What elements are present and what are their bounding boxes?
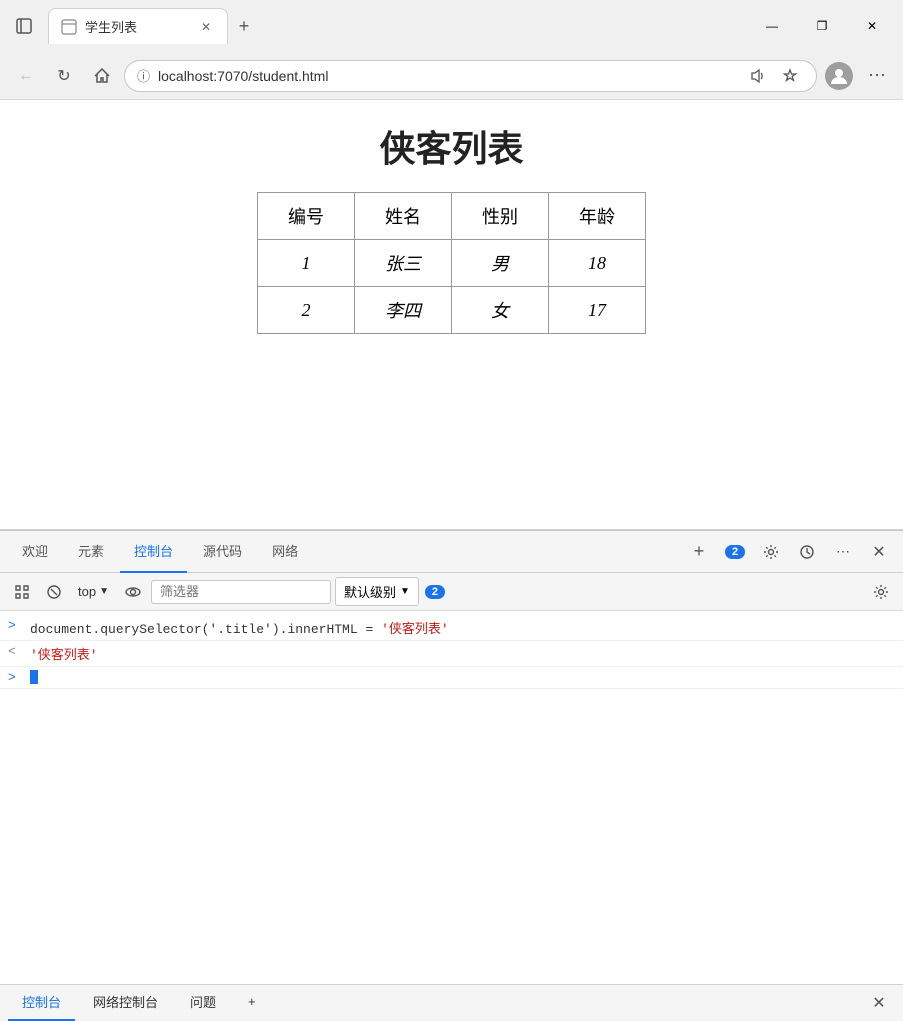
console-settings-btn[interactable] <box>867 578 895 606</box>
cursor <box>30 670 38 684</box>
restore-btn[interactable]: ❐ <box>799 10 845 42</box>
table-row: 1张三男18 <box>258 240 646 287</box>
devtools-toolbar: top ▼ 默认级别 ▼ 2 <box>0 573 903 611</box>
console-line-result: < '侠客列表' <box>0 641 903 667</box>
settings-btn[interactable] <box>755 536 787 568</box>
header-gender: 性别 <box>452 193 549 240</box>
issues-badge-btn[interactable]: 2 <box>719 536 751 568</box>
bottom-actions: ✕ <box>863 987 895 1019</box>
cursor-prompt: > <box>8 670 22 685</box>
console-line-command: > document.querySelector('.title').inner… <box>0 615 903 641</box>
title-bar: 学生列表 ✕ + — ❐ ✕ <box>0 0 903 52</box>
window-controls: — ❐ ✕ <box>749 10 895 42</box>
chevron-down-icon-level: ▼ <box>400 586 410 597</box>
result-prompt: < <box>8 644 22 659</box>
tab-favicon <box>61 19 77 35</box>
bottom-tab-network[interactable]: 网络控制台 <box>79 985 172 1021</box>
bottom-tab-console[interactable]: 控制台 <box>8 985 75 1021</box>
student-table: 编号 姓名 性别 年龄 1张三男182李四女17 <box>257 192 646 334</box>
tab-close-btn[interactable]: ✕ <box>197 18 215 36</box>
cancel-btn[interactable] <box>40 578 68 606</box>
url-text: localhost:7070/student.html <box>158 68 736 84</box>
cell-1-3: 17 <box>549 287 646 334</box>
page-content: 侠客列表 编号 姓名 性别 年龄 1张三男182李四女17 <box>0 100 903 530</box>
devtools-tab-console[interactable]: 控制台 <box>120 531 187 573</box>
result-string: '侠客列表' <box>30 648 98 663</box>
info-icon: ⓘ <box>137 66 150 85</box>
favorites-btn[interactable] <box>776 62 804 90</box>
minimize-btn[interactable]: — <box>749 10 795 42</box>
close-devtools-btn[interactable]: ✕ <box>863 536 895 568</box>
eye-btn[interactable] <box>119 578 147 606</box>
bottom-tab-issues[interactable]: 问题 <box>176 985 230 1021</box>
sidebar-toggle-btn[interactable] <box>8 10 40 42</box>
context-label: top <box>78 584 96 599</box>
header-id: 编号 <box>258 193 355 240</box>
devtools-tab-welcome[interactable]: 欢迎 <box>8 531 62 573</box>
command-prompt: > <box>8 618 22 633</box>
close-btn[interactable]: ✕ <box>849 10 895 42</box>
level-badge: 2 <box>425 585 445 599</box>
add-tab-btn[interactable]: + <box>683 536 715 568</box>
profile-icon <box>825 62 853 90</box>
devtools-tab-network[interactable]: 网络 <box>258 531 312 573</box>
level-label: 默认级别 <box>344 582 396 601</box>
page-inner: 侠客列表 编号 姓名 性别 年龄 1张三男182李四女17 <box>0 100 903 529</box>
performance-btn[interactable] <box>791 536 823 568</box>
cell-0-1: 张三 <box>355 240 452 287</box>
cell-1-1: 李四 <box>355 287 452 334</box>
home-btn[interactable] <box>86 60 118 92</box>
profile-btn[interactable] <box>823 60 855 92</box>
console-output: > document.querySelector('.title').inner… <box>0 611 903 984</box>
header-name: 姓名 <box>355 193 452 240</box>
tab-title: 学生列表 <box>85 17 189 36</box>
back-btn[interactable]: ← <box>10 60 42 92</box>
devtools-tab-actions: + 2 ⋯ ✕ <box>683 536 895 568</box>
tab-bar: 学生列表 ✕ + <box>48 8 741 44</box>
page-title: 侠客列表 <box>40 120 863 172</box>
url-bar[interactable]: ⓘ localhost:7070/student.html <box>124 60 817 92</box>
chevron-down-icon: ▼ <box>99 586 109 597</box>
browser-tab-active[interactable]: 学生列表 ✕ <box>48 8 228 44</box>
devtools-panel: 欢迎 元素 控制台 源代码 网络 + 2 ⋯ ✕ <box>0 530 903 1020</box>
address-bar: ← ↻ ⓘ localhost:7070/student.html ⋯ <box>0 52 903 100</box>
context-selector[interactable]: top ▼ <box>72 580 115 603</box>
cell-1-0: 2 <box>258 287 355 334</box>
bottom-tab-add[interactable]: + <box>234 985 270 1021</box>
devtools-tab-source[interactable]: 源代码 <box>189 531 256 573</box>
console-cursor-line[interactable]: > <box>0 667 903 689</box>
level-selector[interactable]: 默认级别 ▼ <box>335 577 419 606</box>
clear-console-btn[interactable] <box>8 578 36 606</box>
close-bottom-btn[interactable]: ✕ <box>863 987 895 1019</box>
cell-0-2: 男 <box>452 240 549 287</box>
more-options-btn[interactable]: ⋯ <box>861 60 893 92</box>
new-tab-btn[interactable]: + <box>228 10 260 42</box>
read-aloud-btn[interactable] <box>744 62 772 90</box>
more-devtools-btn[interactable]: ⋯ <box>827 536 859 568</box>
cell-1-2: 女 <box>452 287 549 334</box>
console-result-text: '侠客列表' <box>30 644 98 663</box>
cell-0-3: 18 <box>549 240 646 287</box>
console-command-text: document.querySelector('.title').innerHT… <box>30 618 449 637</box>
header-age: 年龄 <box>549 193 646 240</box>
bottom-bar: 控制台 网络控制台 问题 + ✕ <box>0 984 903 1020</box>
browser-window: 学生列表 ✕ + — ❐ ✕ ← ↻ ⓘ localhost:7070/stud… <box>0 0 903 1020</box>
issues-badge: 2 <box>725 545 745 559</box>
reload-btn[interactable]: ↻ <box>48 60 80 92</box>
devtools-tab-elements[interactable]: 元素 <box>64 531 118 573</box>
filter-input[interactable] <box>151 580 331 604</box>
devtools-tab-bar: 欢迎 元素 控制台 源代码 网络 + 2 ⋯ ✕ <box>0 531 903 573</box>
table-row: 2李四女17 <box>258 287 646 334</box>
table-header-row: 编号 姓名 性别 年龄 <box>258 193 646 240</box>
url-actions <box>744 62 804 90</box>
cell-0-0: 1 <box>258 240 355 287</box>
string-value: '侠客列表' <box>381 622 449 637</box>
